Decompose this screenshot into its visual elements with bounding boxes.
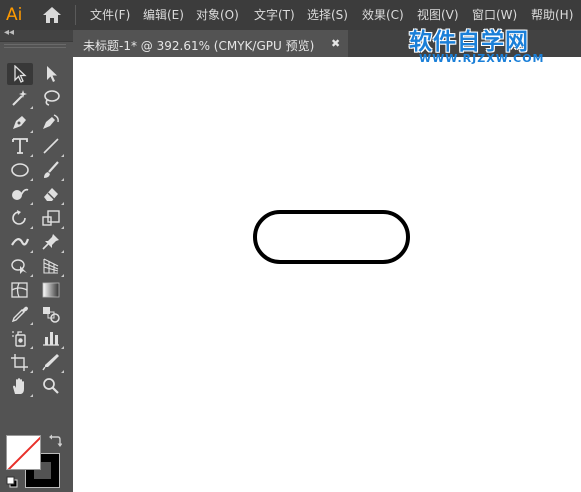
selection-tool[interactable]: [7, 63, 33, 85]
panel-grip[interactable]: [4, 44, 66, 48]
watermark-text: 软件自学网: [409, 29, 529, 55]
shape-builder-icon: [11, 259, 27, 274]
mesh-tool[interactable]: [7, 279, 33, 301]
menu-window[interactable]: 窗口(W): [472, 7, 517, 23]
menu-help[interactable]: 帮助(H): [531, 7, 573, 23]
type-tool[interactable]: [7, 135, 33, 157]
shaper-icon: [12, 188, 29, 200]
none-fill-icon: [7, 436, 40, 469]
fill-color-swatch[interactable]: [6, 435, 41, 470]
menu-file[interactable]: 文件(F): [90, 7, 130, 23]
pen-tool[interactable]: [7, 111, 33, 133]
eyedropper-tool[interactable]: [7, 303, 33, 325]
scale-icon: [42, 210, 60, 226]
watermark: 软件自学网 WWW.RJZXW.COM: [402, 22, 581, 72]
hand-tool[interactable]: [7, 375, 33, 397]
perspective-grid-icon: [43, 258, 59, 274]
pen-nib-icon: [13, 116, 26, 129]
shaper-tool[interactable]: [7, 183, 33, 205]
menu-view[interactable]: 视图(V): [417, 7, 459, 23]
artboard-icon: [11, 354, 28, 371]
column-graph-tool[interactable]: [38, 327, 64, 349]
rounded-rectangle-shape[interactable]: [253, 210, 410, 264]
shape-builder-tool[interactable]: [7, 255, 33, 277]
document-tab-title: 未标题-1* @ 392.61% (CMYK/GPU 预览): [83, 39, 315, 53]
slice-tool[interactable]: [38, 351, 64, 373]
zoom-tool[interactable]: [38, 375, 64, 397]
magic-wand-icon: [12, 90, 27, 106]
blend-tool[interactable]: [38, 303, 64, 325]
menu-type[interactable]: 文字(T): [254, 7, 295, 23]
menu-select[interactable]: 选择(S): [307, 7, 348, 23]
tools-panel: ◂◂: [0, 27, 73, 492]
width-icon: [11, 238, 30, 246]
gradient-tool[interactable]: [38, 279, 64, 301]
document-tab[interactable]: 未标题-1* @ 392.61% (CMYK/GPU 预览) ✖: [73, 30, 348, 57]
close-tab-button[interactable]: ✖: [331, 37, 340, 50]
puppet-warp-tool[interactable]: [38, 231, 64, 253]
mesh-icon: [11, 282, 28, 298]
artboard-canvas[interactable]: [73, 57, 581, 492]
menu-effect[interactable]: 效果(C): [362, 7, 404, 23]
gradient-icon: [42, 282, 60, 298]
direct-selection-tool[interactable]: [38, 63, 64, 85]
eraser-icon: [44, 188, 58, 201]
lasso-icon: [44, 90, 60, 106]
paintbrush-tool[interactable]: [38, 159, 64, 181]
lasso-tool[interactable]: [38, 87, 64, 109]
swap-fill-stroke-icon[interactable]: [48, 434, 62, 448]
paintbrush-icon: [44, 161, 59, 178]
rotate-tool[interactable]: [7, 207, 33, 229]
tools-panel-header: ◂◂: [0, 27, 73, 42]
blend-icon: [43, 307, 60, 323]
pushpin-icon: [42, 234, 59, 250]
line-segment-icon: [43, 138, 59, 154]
symbol-sprayer-tool[interactable]: [7, 327, 33, 349]
symbol-sprayer-icon: [12, 331, 26, 347]
default-colors-icon[interactable]: [6, 476, 18, 488]
perspective-grid-tool[interactable]: [38, 255, 64, 277]
ellipse-tool[interactable]: [7, 159, 33, 181]
watermark-url: WWW.RJZXW.COM: [419, 52, 545, 65]
magic-wand-tool[interactable]: [7, 87, 33, 109]
curvature-pen-icon: [43, 114, 59, 129]
rotate-icon: [12, 210, 26, 225]
hand-icon: [13, 378, 24, 394]
column-graph-icon: [43, 332, 59, 346]
eraser-tool[interactable]: [38, 183, 64, 205]
curvature-tool[interactable]: [38, 111, 64, 133]
eyedropper-icon: [11, 306, 28, 323]
ellipse-icon: [11, 163, 29, 177]
menu-divider: [75, 5, 76, 25]
menu-edit[interactable]: 编辑(E): [143, 7, 184, 23]
collapse-panel-button[interactable]: ◂◂: [4, 27, 14, 38]
direct-selection-arrow-icon: [47, 66, 57, 82]
magnifier-icon: [43, 378, 59, 394]
knife-icon: [42, 354, 59, 371]
scale-tool[interactable]: [38, 207, 64, 229]
home-icon[interactable]: [42, 6, 62, 24]
app-logo: Ai: [6, 5, 23, 25]
width-tool[interactable]: [7, 231, 33, 253]
type-t-icon: [12, 138, 28, 154]
artboard-tool[interactable]: [7, 351, 33, 373]
selection-arrow-icon: [14, 65, 27, 83]
line-segment-tool[interactable]: [38, 135, 64, 157]
menu-object[interactable]: 对象(O): [196, 7, 239, 23]
